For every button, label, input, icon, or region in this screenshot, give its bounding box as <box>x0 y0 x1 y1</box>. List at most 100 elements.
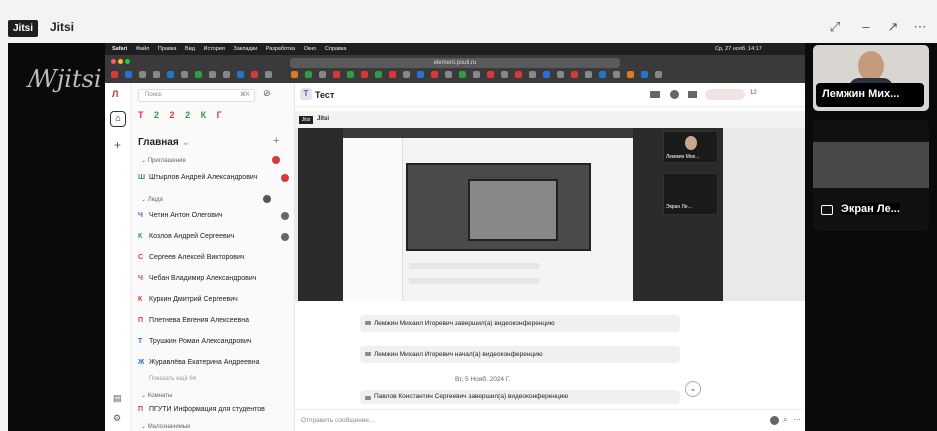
bookmark-icon <box>209 71 216 78</box>
participant-tile[interactable]: Лемжин Мих... <box>813 45 929 111</box>
bookmark-icon <box>125 71 132 78</box>
face-avatar <box>685 136 697 150</box>
jitsi-logo-icon: ꟿ <box>28 65 57 93</box>
member-count: 12 <box>750 90 757 96</box>
threads-icon[interactable] <box>688 91 697 98</box>
more-icon[interactable]: ⋯ <box>910 18 930 36</box>
home-icon[interactable]: ⌂ <box>110 111 126 127</box>
nested-stage <box>298 128 723 301</box>
space-chips: Т 2 2 2 К Г <box>138 110 230 120</box>
menu-window: Окно <box>303 46 317 52</box>
room-avatar[interactable]: Т <box>300 88 312 100</box>
section-people[interactable]: ⌄ Люди <box>141 196 163 203</box>
expand-icon[interactable]: ⤢ <box>825 18 845 36</box>
bookmark-icon <box>459 71 466 78</box>
nested-tile-name: Лемжин Мих... <box>666 154 700 160</box>
bookmark-icon <box>613 71 620 78</box>
bookmark-icon <box>153 71 160 78</box>
add-space-icon[interactable]: + <box>114 138 121 152</box>
nested-screen-name: Экран Ле... <box>666 204 692 210</box>
emoji-icon[interactable] <box>770 416 779 425</box>
settings-icon[interactable]: ⚙ <box>113 413 121 424</box>
menu-file: Файл <box>135 46 150 52</box>
bookmark-icon <box>333 71 340 78</box>
attachment-icon[interactable]: ⌕ <box>783 415 787 425</box>
nested-recursive-view <box>406 163 591 251</box>
space-chip[interactable]: 2 <box>170 110 175 120</box>
app-badge: Jitsi <box>8 20 38 37</box>
show-more-link[interactable]: Показать ещё 64 <box>149 376 196 382</box>
search-input[interactable]: Поиск ⌘K <box>138 89 255 102</box>
bookmark-icon <box>515 71 522 78</box>
list-item[interactable]: Ш Штырлов Андрей Александрович <box>138 171 293 185</box>
list-item[interactable]: К Куркин Дмитрий Сергеевич <box>138 293 293 307</box>
bookmark-icon <box>111 71 118 78</box>
section-rooms[interactable]: ⌄ Комнаты <box>141 392 172 399</box>
bookmark-icon <box>319 71 326 78</box>
participants-badge[interactable] <box>705 89 745 100</box>
space-chip[interactable]: 2 <box>185 110 190 120</box>
bookmark-icon <box>557 71 564 78</box>
address-bar: element.psuti.ru <box>290 58 620 68</box>
nested-title-bar: Jitsi Jitsi <box>295 111 805 128</box>
explore-icon[interactable]: ⊘ <box>263 88 271 99</box>
popout-icon[interactable]: ↗ <box>883 18 903 36</box>
bookmark-icon <box>251 71 258 78</box>
screen-share-tile[interactable]: Экран Ле... <box>813 120 929 231</box>
list-item[interactable]: Т Трушкин Роман Александрович <box>138 335 293 349</box>
list-item[interactable]: Ч Четин Антон Олегович <box>138 209 293 223</box>
list-item[interactable]: Ж Журавлёва Екатерина Андреевна <box>138 356 293 370</box>
message-composer[interactable]: Отправить сообщение... ⌕ ⋯ <box>295 409 805 431</box>
nested-message <box>409 263 539 269</box>
list-item[interactable]: С Сергеев Алексей Викторович <box>138 251 293 265</box>
people-badge <box>263 195 271 203</box>
space-chip[interactable]: 2 <box>154 110 159 120</box>
shared-screen[interactable]: Safari Файл Правка Вид История Закладки … <box>105 43 805 431</box>
bookmark-icon <box>655 71 662 78</box>
composer-input[interactable]: Отправить сообщение... <box>301 417 374 424</box>
minimize-icon[interactable]: – <box>856 18 876 36</box>
nested-app-title: Jitsi <box>317 116 330 122</box>
list-item[interactable]: П ПГУТИ Информация для студентов <box>138 403 293 417</box>
bookmark-icon <box>167 71 174 78</box>
menu-develop: Разработка <box>265 46 296 52</box>
threads-icon[interactable]: ▤ <box>113 393 122 404</box>
screen-share-preview <box>813 142 929 188</box>
bookmark-icon <box>291 71 298 78</box>
jump-to-bottom-button[interactable]: ⌄ <box>685 381 701 397</box>
bookmark-icon <box>361 71 368 78</box>
bookmark-icon <box>265 71 272 78</box>
bookmark-icon <box>585 71 592 78</box>
screen-share-name: Экран Ле... <box>841 203 900 215</box>
space-chip[interactable]: Т <box>138 110 144 120</box>
bookmark-icon <box>431 71 438 78</box>
list-item[interactable]: К Козлов Андрей Сергеевич <box>138 230 293 244</box>
section-invites[interactable]: ⌄ Приглашения <box>141 157 186 164</box>
bookmark-icon <box>389 71 396 78</box>
bookmark-icon <box>237 71 244 78</box>
bookmark-icon <box>487 71 494 78</box>
nested-screen-tile: Экран Ле... <box>663 173 718 215</box>
bookmark-icon <box>139 71 146 78</box>
section-low-priority[interactable]: ⌄ Малозначимые <box>141 423 190 430</box>
add-room-icon[interactable]: + <box>273 135 279 147</box>
bookmark-icon <box>181 71 188 78</box>
room-header: Т Тест 12 <box>295 83 805 107</box>
bookmark-icon <box>305 71 312 78</box>
list-item[interactable]: П Плетнева Евгения Алексеевна <box>138 314 293 328</box>
nested-participant-tile: Лемжин Мих... <box>663 131 718 163</box>
list-item[interactable]: Ч Чебан Владимир Александрович <box>138 272 293 286</box>
zoom-dot-icon <box>125 59 130 64</box>
video-call-icon[interactable] <box>650 91 660 98</box>
bookmark-icon <box>347 71 354 78</box>
room-title[interactable]: Тест <box>315 90 334 100</box>
info-icon[interactable] <box>670 90 679 99</box>
user-avatar[interactable]: Л <box>112 89 118 99</box>
space-chip[interactable]: К <box>201 110 207 120</box>
more-options-icon[interactable]: ⋯ <box>793 415 801 424</box>
bookmark-icon <box>571 71 578 78</box>
home-heading[interactable]: Главная ⌄ <box>138 137 190 148</box>
bookmark-icon <box>599 71 606 78</box>
space-chip[interactable]: Г <box>217 110 222 120</box>
conference-stage: ꟿjitsi Safari Файл Правка Вид История За… <box>8 43 937 431</box>
